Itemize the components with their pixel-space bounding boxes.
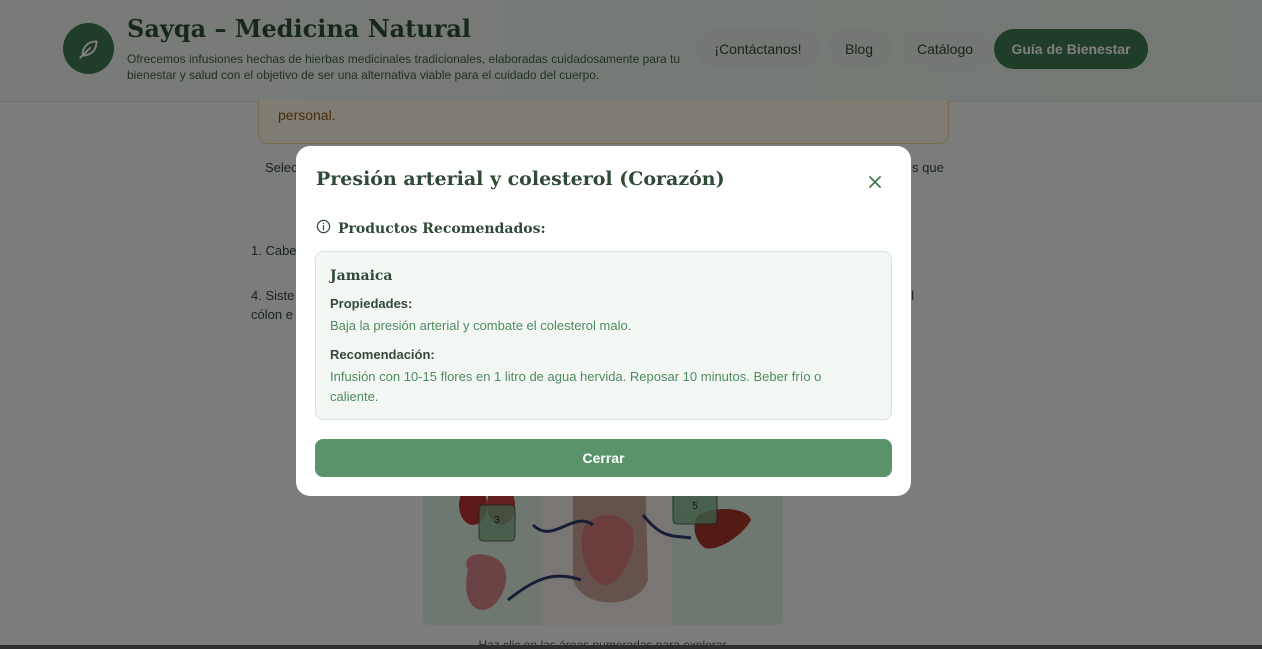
properties-value: Baja la presión arterial y combate el co… <box>330 318 632 333</box>
recommended-products-heading: Productos Recomendados: <box>316 219 546 239</box>
product-card: Jamaica Propiedades: Baja la presión art… <box>315 251 892 420</box>
info-icon <box>316 219 331 239</box>
bottom-edge-bar <box>0 645 1262 649</box>
product-name: Jamaica <box>330 268 393 284</box>
recommendation-label: Recomendación: <box>330 347 435 362</box>
section-label: Productos Recomendados: <box>338 221 546 237</box>
recommendation-modal: Presión arterial y colesterol (Corazón) … <box>296 146 911 496</box>
close-button[interactable]: Cerrar <box>315 439 892 477</box>
modal-title: Presión arterial y colesterol (Corazón) <box>316 168 725 190</box>
properties-label: Propiedades: <box>330 296 413 311</box>
recommendation-value: Infusión con 10-15 flores en 1 litro de … <box>330 369 822 404</box>
close-icon[interactable] <box>863 170 887 194</box>
